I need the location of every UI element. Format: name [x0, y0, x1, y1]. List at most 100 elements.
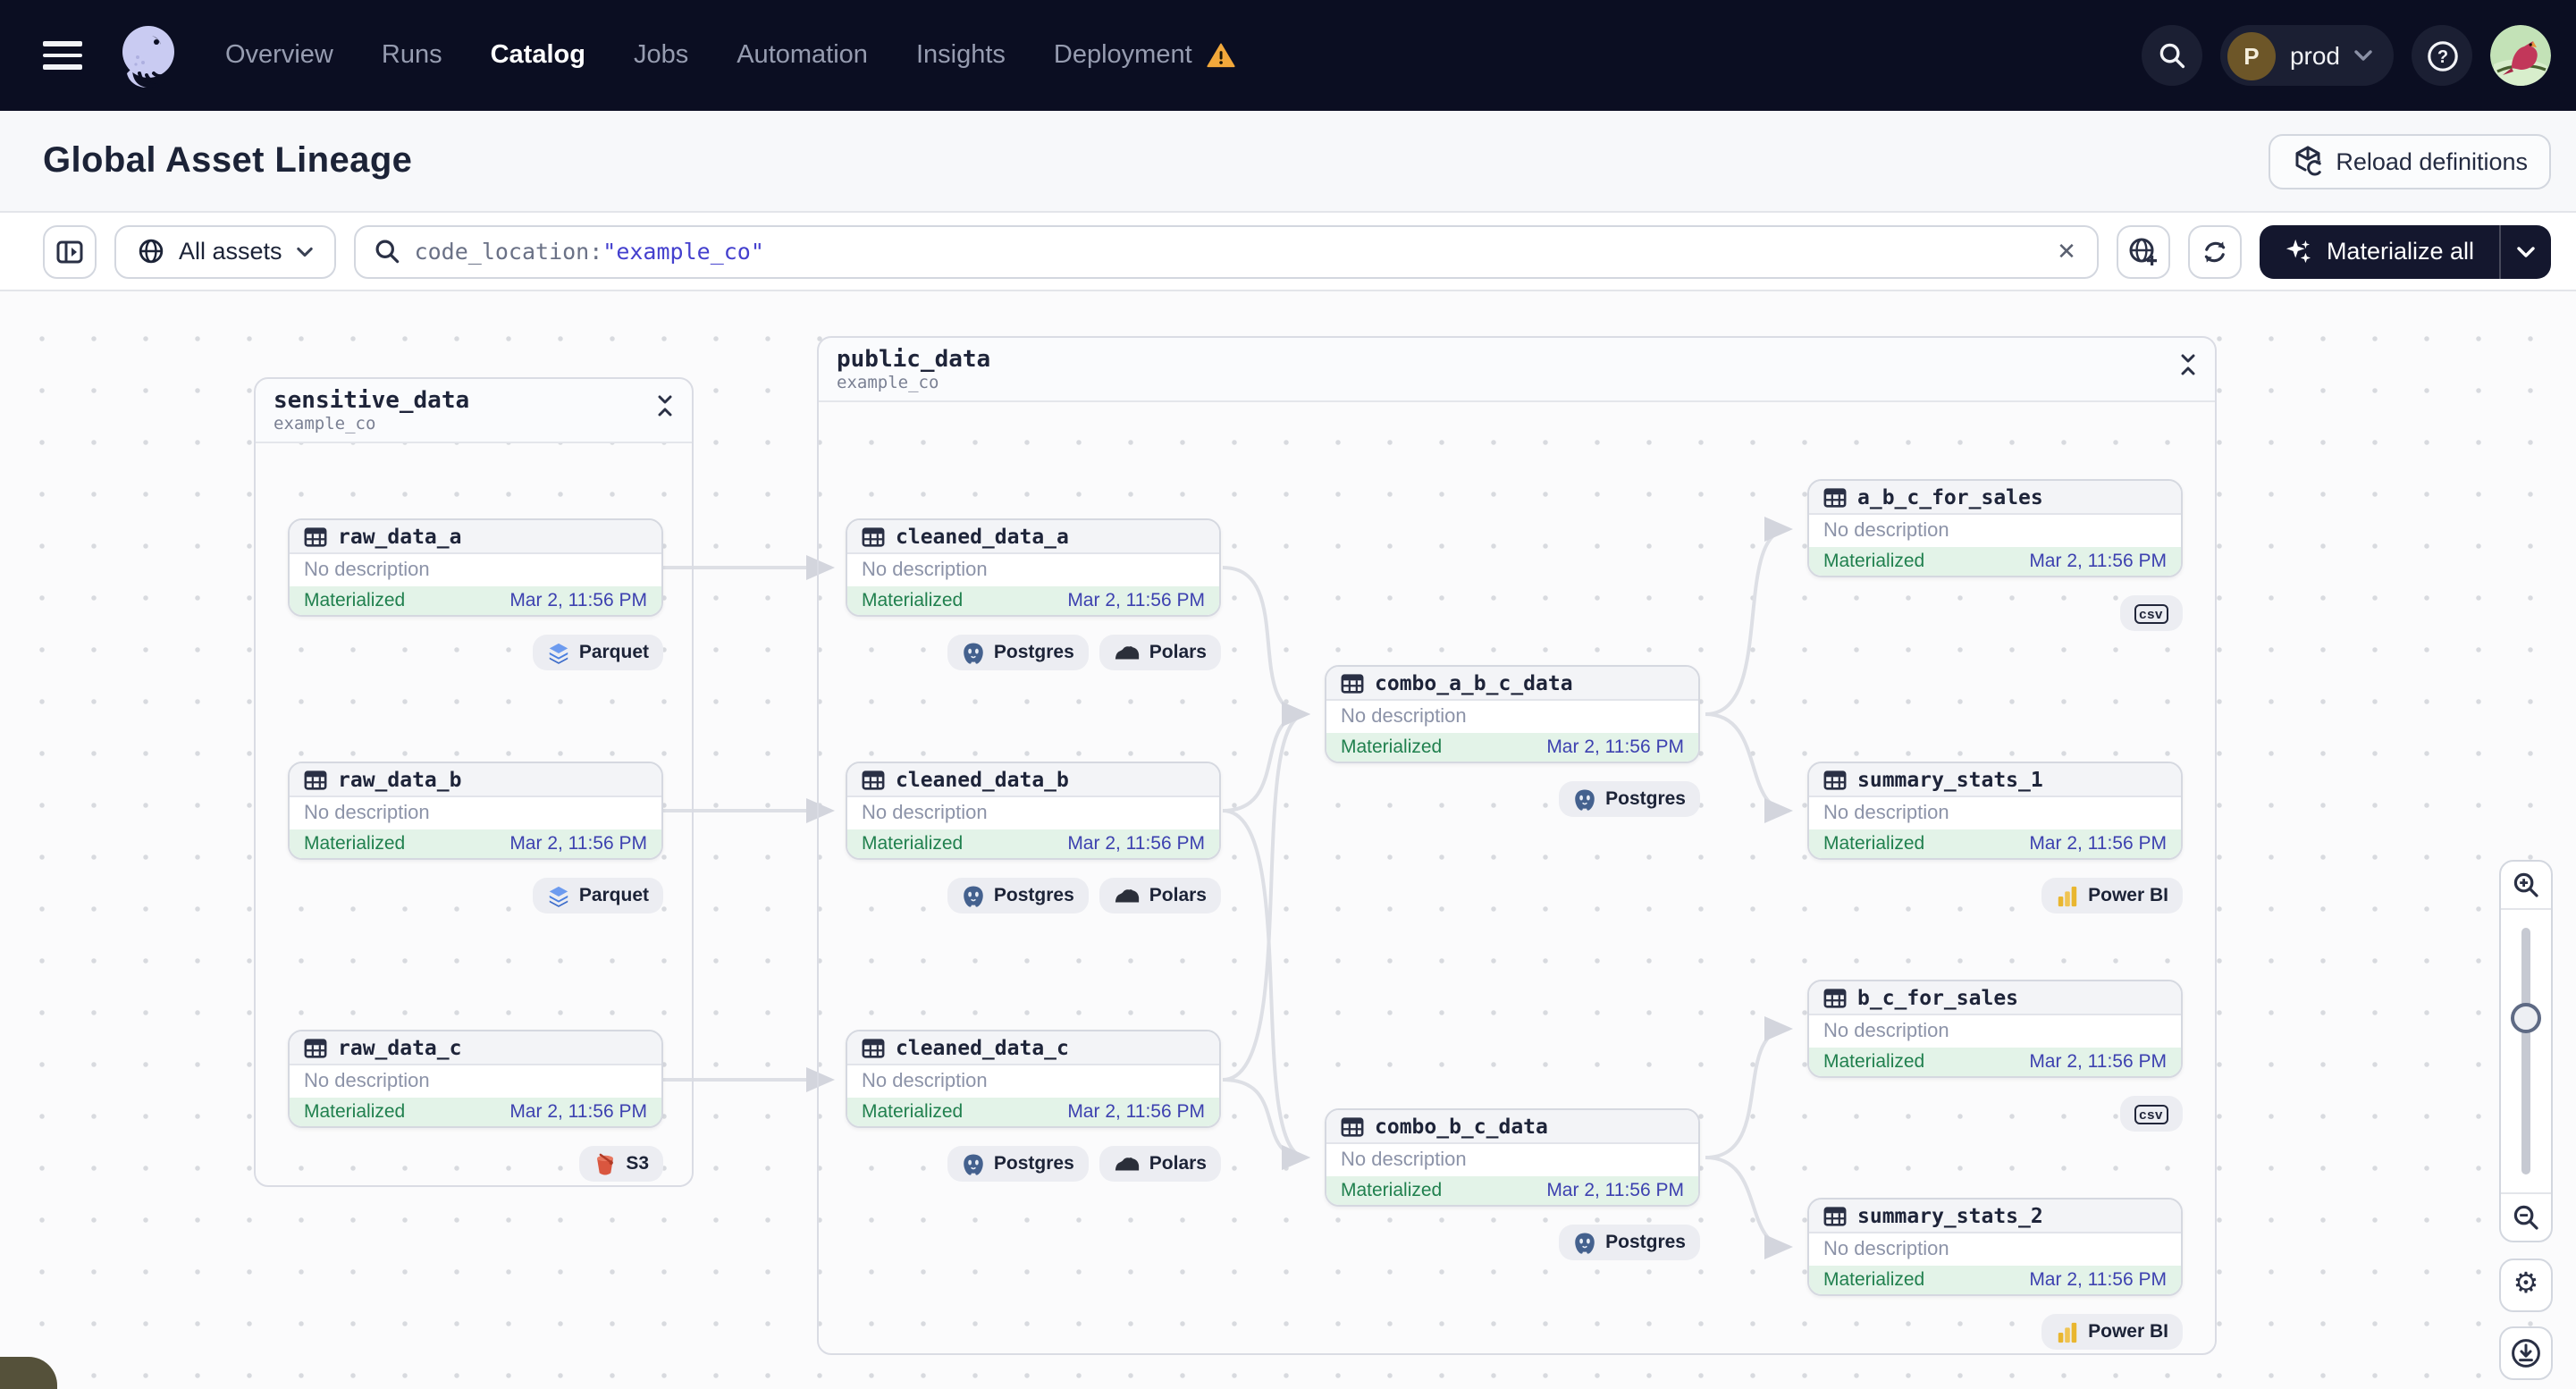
materialization-timestamp[interactable]: Mar 2, 11:56 PM: [2029, 833, 2167, 854]
asset-node-b-c-for-sales[interactable]: b_c_for_sales No description Materialize…: [1807, 980, 2183, 1078]
materialize-all-split-button: Materialize all: [2260, 224, 2551, 278]
user-avatar[interactable]: [2490, 25, 2551, 86]
collapse-group-icon[interactable]: [656, 388, 674, 425]
kind-badge-csv[interactable]: csv: [2119, 1096, 2183, 1132]
asset-node-combo-b-c-data[interactable]: combo_b_c_data No description Materializ…: [1325, 1108, 1700, 1207]
kind-badge-postgres[interactable]: Postgres: [947, 635, 1089, 670]
parquet-icon: [547, 641, 570, 664]
nav-item-catalog[interactable]: Catalog: [491, 41, 585, 70]
table-icon: [1341, 671, 1364, 694]
asset-name: raw_data_a: [338, 524, 462, 549]
graph-settings-button[interactable]: ⚙: [2499, 1259, 2553, 1312]
zoom-out-button[interactable]: [2501, 1194, 2551, 1241]
nav-item-runs[interactable]: Runs: [382, 41, 442, 70]
menu-icon[interactable]: [43, 41, 82, 70]
kind-badge-postgres[interactable]: Postgres: [1559, 781, 1700, 817]
group-header[interactable]: public_data example_co: [819, 338, 2215, 402]
lineage-canvas[interactable]: sensitive_data example_co public_data ex…: [0, 291, 2576, 1389]
lineage-toolbar: All assets code_location:"example_co" ✕ …: [0, 213, 2576, 291]
asset-node-summary-stats-2[interactable]: summary_stats_2 No description Materiali…: [1807, 1198, 2183, 1296]
materialize-options-button[interactable]: [2499, 224, 2551, 278]
table-icon: [1823, 986, 1847, 1009]
asset-description: No description: [290, 1065, 661, 1098]
asset-node-summary-stats-1[interactable]: summary_stats_1 No description Materiali…: [1807, 762, 2183, 860]
kind-badge-postgres[interactable]: Postgres: [1559, 1225, 1700, 1260]
kind-badge-s3[interactable]: S3: [579, 1146, 663, 1182]
download-image-button[interactable]: [2499, 1326, 2553, 1380]
minimap[interactable]: [0, 1357, 57, 1389]
nav-item-insights[interactable]: Insights: [916, 41, 1006, 70]
deployment-name: prod: [2289, 41, 2340, 70]
kind-badge-polars[interactable]: Polars: [1099, 635, 1221, 670]
materialization-timestamp[interactable]: Mar 2, 11:56 PM: [509, 1101, 647, 1123]
kind-badge-polars[interactable]: Polars: [1099, 878, 1221, 913]
zoom-slider[interactable]: [2501, 910, 2551, 1192]
kind-badge-parquet[interactable]: Parquet: [532, 878, 663, 913]
asset-node-combo-a-b-c-data[interactable]: combo_a_b_c_data No description Material…: [1325, 665, 1700, 763]
reload-definitions-button[interactable]: Reload definitions: [2268, 133, 2551, 189]
clear-search-button[interactable]: ✕: [2053, 237, 2080, 265]
kind-badge-postgres[interactable]: Postgres: [947, 1146, 1089, 1182]
materialize-all-button[interactable]: Materialize all: [2260, 224, 2499, 278]
asset-name: a_b_c_for_sales: [1857, 484, 2043, 509]
asset-description: No description: [1809, 797, 2181, 829]
chevron-down-icon: [2517, 246, 2535, 257]
table-icon: [304, 768, 327, 791]
nav-item-automation[interactable]: Automation: [737, 41, 868, 70]
asset-node-raw-data-c[interactable]: raw_data_c No description Materialized Ma…: [288, 1030, 663, 1128]
zoom-in-button[interactable]: [2501, 862, 2551, 908]
asset-node-cleaned-data-b[interactable]: cleaned_data_b No description Materializ…: [846, 762, 1221, 860]
asset-search-input[interactable]: code_location:"example_co" ✕: [353, 224, 2100, 278]
asset-node-raw-data-b[interactable]: raw_data_b No description Materialized Ma…: [288, 762, 663, 860]
asset-name: cleaned_data_a: [896, 524, 1069, 549]
nav-item-jobs[interactable]: Jobs: [634, 41, 688, 70]
asset-description: No description: [1326, 1144, 1698, 1176]
status-badge: Materialized: [1823, 1269, 1925, 1291]
materialization-timestamp[interactable]: Mar 2, 11:56 PM: [1067, 590, 1205, 611]
materialization-timestamp[interactable]: Mar 2, 11:56 PM: [1067, 1101, 1205, 1123]
dagster-logo-icon[interactable]: [114, 21, 182, 89]
asset-node-a-b-c-for-sales[interactable]: a_b_c_for_sales No description Materiali…: [1807, 479, 2183, 577]
zoom-slider-handle[interactable]: [2511, 1003, 2541, 1033]
s3-icon: [593, 1152, 617, 1175]
materialization-timestamp[interactable]: Mar 2, 11:56 PM: [509, 590, 647, 611]
global-search-button[interactable]: [2141, 25, 2202, 86]
asset-node-raw-data-a[interactable]: raw_data_a No description Materialized Ma…: [288, 518, 663, 617]
add-code-location-button[interactable]: [2117, 224, 2171, 278]
reload-definitions-label: Reload definitions: [2336, 147, 2528, 174]
asset-description: No description: [847, 797, 1219, 829]
deployment-switcher[interactable]: P prod: [2219, 25, 2394, 86]
kind-badge-csv[interactable]: csv: [2119, 595, 2183, 631]
collapse-group-icon[interactable]: [2179, 347, 2197, 384]
materialization-timestamp[interactable]: Mar 2, 11:56 PM: [2029, 1269, 2167, 1291]
kind-badge-powerbi[interactable]: Power BI: [2041, 1314, 2183, 1350]
group-header[interactable]: sensitive_data example_co: [256, 379, 692, 443]
asset-name: summary_stats_1: [1857, 767, 2043, 792]
asset-description: No description: [1809, 1015, 2181, 1048]
asset-name: combo_a_b_c_data: [1375, 670, 1573, 695]
materialization-timestamp[interactable]: Mar 2, 11:56 PM: [1546, 1180, 1684, 1201]
asset-node-cleaned-data-c[interactable]: cleaned_data_c No description Materializ…: [846, 1030, 1221, 1128]
materialization-timestamp[interactable]: Mar 2, 11:56 PM: [509, 833, 647, 854]
materialization-timestamp[interactable]: Mar 2, 11:56 PM: [2029, 551, 2167, 572]
asset-description: No description: [290, 797, 661, 829]
asset-badges: Postgres: [1325, 1225, 1700, 1260]
kind-badge-polars[interactable]: Polars: [1099, 1146, 1221, 1182]
kind-badge-postgres[interactable]: Postgres: [947, 878, 1089, 913]
kind-badge-parquet[interactable]: Parquet: [532, 635, 663, 670]
status-badge: Materialized: [1823, 551, 1925, 572]
materialization-timestamp[interactable]: Mar 2, 11:56 PM: [2029, 1051, 2167, 1073]
help-button[interactable]: [2412, 25, 2472, 86]
nav-item-deployment[interactable]: Deployment: [1054, 41, 1235, 70]
materialization-timestamp[interactable]: Mar 2, 11:56 PM: [1546, 737, 1684, 758]
asset-scope-dropdown[interactable]: All assets: [114, 224, 336, 278]
kind-badge-powerbi[interactable]: Power BI: [2041, 878, 2183, 913]
refresh-button[interactable]: [2188, 224, 2243, 278]
asset-node-cleaned-data-a[interactable]: cleaned_data_a No description Materializ…: [846, 518, 1221, 617]
toggle-sidebar-button[interactable]: [43, 224, 97, 278]
asset-description: No description: [847, 1065, 1219, 1098]
asset-name: summary_stats_2: [1857, 1203, 2043, 1228]
nav-item-overview[interactable]: Overview: [225, 41, 333, 70]
materialization-timestamp[interactable]: Mar 2, 11:56 PM: [1067, 833, 1205, 854]
table-icon: [862, 768, 885, 791]
